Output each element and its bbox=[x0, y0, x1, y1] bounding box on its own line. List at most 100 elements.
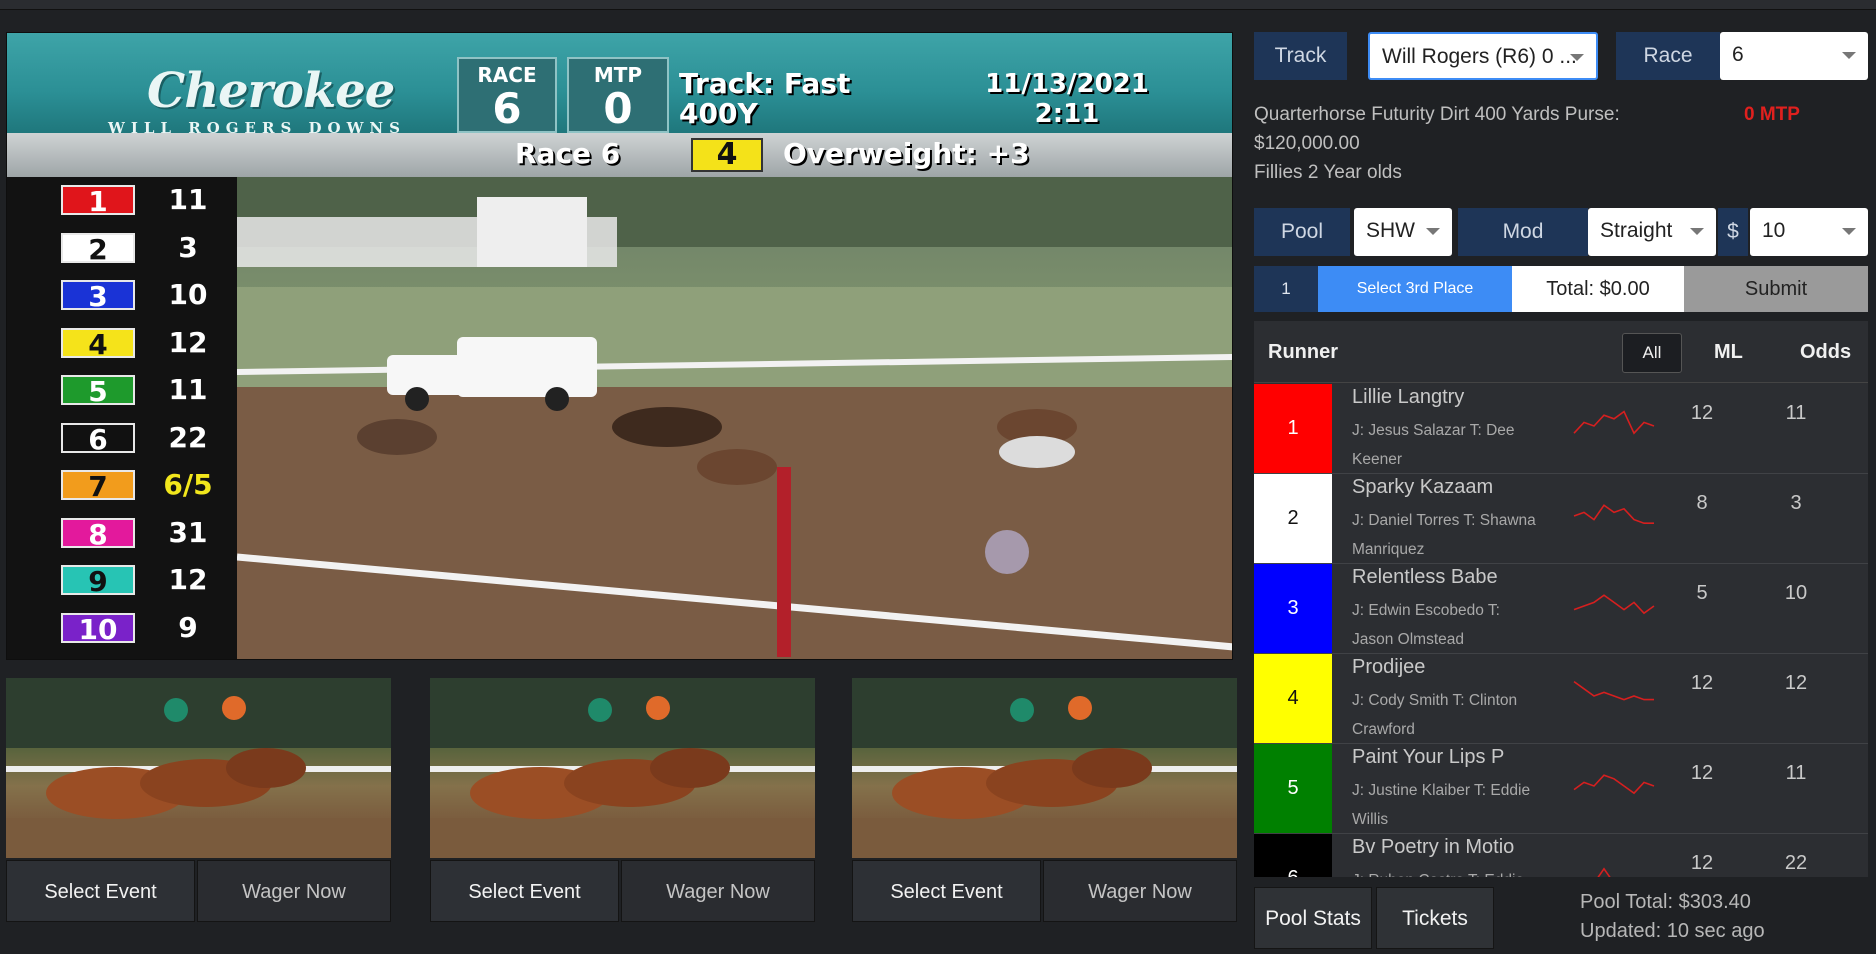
pool-stats-button[interactable]: Pool Stats bbox=[1254, 887, 1372, 949]
runner-pp-badge[interactable]: 1 bbox=[1254, 384, 1332, 473]
runner-jockey-trainer-line1: J: Ruben Castro T: Eddie bbox=[1352, 866, 1542, 877]
odds-sparkline bbox=[1573, 504, 1654, 525]
runner-jockey-trainer: J: Daniel Torres T: Shawna Manriquez bbox=[1352, 506, 1542, 564]
sparkline-path bbox=[1573, 680, 1654, 701]
runner-jockey-trainer: J: Cody Smith T: Clinton Crawford bbox=[1352, 686, 1542, 744]
runner-morning-line: 5 bbox=[1696, 582, 1708, 604]
runner-pp-badge[interactable]: 4 bbox=[1254, 654, 1332, 743]
runner-row[interactable]: 4 Prodijee J: Cody Smith T: Clinton Crawfor… bbox=[1254, 654, 1868, 744]
col-runner-header: Runner bbox=[1268, 341, 1338, 363]
event-thumbnail-image[interactable] bbox=[852, 678, 1237, 858]
runner-pp-badge[interactable]: 3 bbox=[1254, 564, 1332, 653]
runner-row[interactable]: 5 Paint Your Lips P J: Justine Klaiber T: … bbox=[1254, 744, 1868, 834]
runner-row[interactable]: 6 Bv Poetry in Motio J: Ruben Castro T: Ed… bbox=[1254, 834, 1868, 877]
cherokee-casino-logo: Cherokee WILL ROGERS DOWNS bbox=[37, 53, 457, 137]
sparkline-path bbox=[1573, 594, 1655, 615]
odds-board-odds: 12 bbox=[168, 563, 208, 596]
mtp-box-number: 0 bbox=[603, 84, 633, 133]
top-strip bbox=[0, 0, 1876, 10]
odds-sparkline bbox=[1573, 774, 1655, 795]
odds-board-pp: 10 bbox=[61, 612, 135, 644]
date-time: 11/13/2021 2:11 bbox=[947, 69, 1187, 129]
racing-horses-image bbox=[430, 678, 815, 858]
odds-board: 1 11 2 3 3 10 4 12 5 11 6 22 7 6/5 8 31 9 12 10 9 bbox=[7, 177, 237, 659]
odds-board-pp: 5 bbox=[61, 375, 135, 407]
runner-odds: 11 bbox=[1785, 762, 1807, 784]
wager-now-button[interactable]: Wager Now bbox=[621, 860, 815, 922]
track-label: Track bbox=[1254, 32, 1347, 80]
chevron-down-icon bbox=[1842, 228, 1856, 235]
odds-sparkline bbox=[1573, 410, 1655, 435]
runner-row[interactable]: 2 Sparky Kazaam J: Daniel Torres T: Shawna… bbox=[1254, 474, 1868, 564]
odds-board-pp: 4 bbox=[61, 327, 135, 359]
chevron-down-icon bbox=[1570, 54, 1584, 61]
odds-board-pp: 2 bbox=[61, 232, 135, 264]
odds-board-odds: 3 bbox=[178, 230, 198, 264]
select-event-button[interactable]: Select Event bbox=[852, 860, 1041, 922]
runners-table-header: Runner All ML Odds bbox=[1254, 321, 1868, 383]
main-video-player[interactable]: Cherokee WILL ROGERS DOWNS RACE 6 MTP 0 … bbox=[6, 32, 1233, 660]
all-button[interactable]: All bbox=[1622, 333, 1682, 373]
col-odds-header: Odds bbox=[1800, 341, 1852, 363]
runner-row[interactable]: 3 Relentless Babe J: Edwin Escobedo T: Jaso… bbox=[1254, 564, 1868, 654]
odds-board-pp: 8 bbox=[61, 517, 135, 549]
track-select[interactable]: Will Rogers (R6) 0 ... bbox=[1368, 32, 1598, 80]
odds-board-odds: 10 bbox=[168, 278, 208, 311]
event-card-3: Select Event Wager Now bbox=[852, 678, 1237, 922]
runner-pp-badge[interactable]: 6 bbox=[1254, 834, 1332, 877]
runner-jockey-trainer: J: Jesus Salazar T: Dee Keener bbox=[1352, 416, 1542, 474]
runner-row[interactable]: 1 Lillie Langtry J: Jesus Salazar T: Dee Ke… bbox=[1254, 384, 1868, 474]
odds-board-pp: 7 bbox=[61, 470, 135, 502]
race-info-line1: Quarterhorse Futurity Dirt 400 Yards Pur… bbox=[1254, 104, 1620, 125]
pool-select-value: SHW bbox=[1366, 219, 1415, 242]
bet-index: 1 bbox=[1254, 266, 1318, 312]
event-thumbnail-image[interactable] bbox=[430, 678, 815, 858]
chevron-down-icon bbox=[1690, 228, 1704, 235]
sparkline-path bbox=[1573, 504, 1654, 525]
track-info: Track: Fast 400Y bbox=[679, 69, 850, 129]
event-card-1: Select Event Wager Now bbox=[6, 678, 391, 922]
select-event-button[interactable]: Select Event bbox=[430, 860, 619, 922]
mod-select-value: Straight bbox=[1600, 219, 1673, 242]
race-banner: Race 6 bbox=[515, 137, 621, 170]
odds-board-row: 4 12 bbox=[13, 326, 233, 360]
submit-button[interactable]: Submit bbox=[1684, 266, 1868, 312]
runner-odds: 3 bbox=[1790, 492, 1802, 514]
odds-sparkline bbox=[1573, 680, 1654, 701]
overweight-pp-badge: 4 bbox=[691, 138, 763, 172]
race-time: 2:11 bbox=[1034, 99, 1100, 129]
wager-now-button[interactable]: Wager Now bbox=[197, 860, 391, 922]
runner-jockey-trainer-line2: Willis bbox=[1352, 811, 1389, 828]
odds-board-pp: 9 bbox=[61, 565, 135, 597]
odds-board-odds: 6/5 bbox=[163, 468, 213, 501]
track-scene-illustration bbox=[237, 177, 1232, 659]
event-thumbnails: Select Event Wager Now Select Event Wage… bbox=[6, 678, 1237, 943]
overweight-text: Overweight: +3 bbox=[783, 137, 1030, 170]
racing-horses-image bbox=[6, 678, 391, 858]
runner-name: Bv Poetry in Motio bbox=[1352, 836, 1515, 858]
wager-now-button[interactable]: Wager Now bbox=[1043, 860, 1237, 922]
runner-name: Lillie Langtry bbox=[1352, 386, 1465, 408]
race-select[interactable]: 6 bbox=[1720, 32, 1868, 80]
racing-horses-image bbox=[852, 678, 1237, 858]
odds-board-pp: 3 bbox=[61, 280, 135, 312]
tickets-button[interactable]: Tickets bbox=[1376, 887, 1494, 949]
odds-board-row: 9 12 bbox=[13, 563, 233, 597]
odds-board-row: 6 22 bbox=[13, 421, 233, 455]
track-select-value: Will Rogers (R6) 0 ... bbox=[1382, 45, 1577, 68]
odds-board-odds: 22 bbox=[168, 420, 208, 454]
select-3rd-place-button[interactable]: Select 3rd Place bbox=[1318, 266, 1512, 312]
event-thumbnail-image[interactable] bbox=[6, 678, 391, 858]
pool-total-info: Pool Total: $303.40 Updated: 10 sec ago bbox=[1580, 888, 1765, 946]
runner-odds: 12 bbox=[1784, 672, 1808, 694]
select-event-button[interactable]: Select Event bbox=[6, 860, 195, 922]
runners-table: Runner All ML Odds 1 Lillie Langtry J: Jes… bbox=[1254, 321, 1868, 877]
sparkline-path bbox=[1573, 774, 1655, 795]
amount-select[interactable]: 10 bbox=[1750, 208, 1868, 256]
odds-board-odds: 11 bbox=[168, 373, 208, 406]
runner-pp-badge[interactable]: 5 bbox=[1254, 744, 1332, 833]
runner-pp-badge[interactable]: 2 bbox=[1254, 474, 1332, 563]
mod-select[interactable]: Straight bbox=[1588, 208, 1716, 256]
pool-select[interactable]: SHW bbox=[1354, 208, 1452, 256]
race-box: RACE 6 bbox=[457, 57, 557, 133]
